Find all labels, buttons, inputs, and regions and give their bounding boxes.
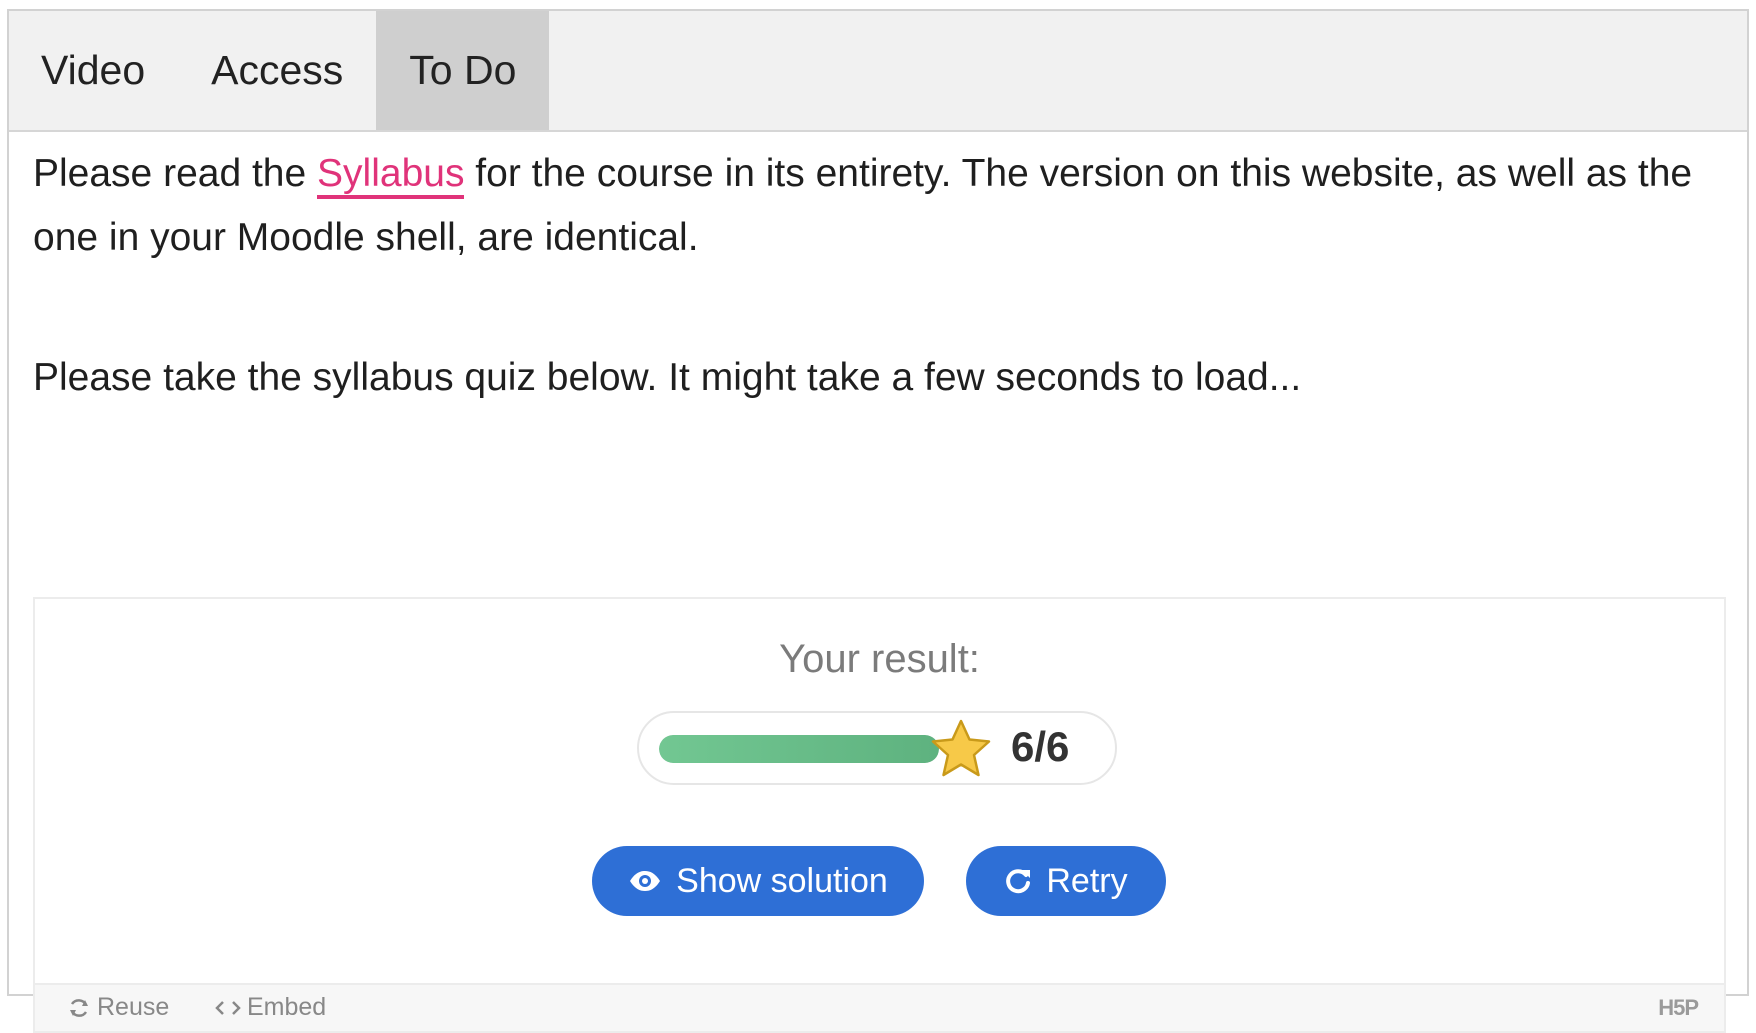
- tab-panel-frame: Video Access To Do Please read the Sylla…: [7, 9, 1749, 1033]
- tab-access[interactable]: Access: [178, 11, 376, 130]
- show-solution-button[interactable]: Show solution: [592, 846, 924, 916]
- score-progress-fill: [659, 735, 939, 763]
- tab-video[interactable]: Video: [9, 11, 178, 130]
- tab-bar: Video Access To Do: [9, 11, 1747, 132]
- h5p-footer: Reuse Embed H5P: [35, 983, 1724, 1031]
- retry-icon: [1006, 869, 1031, 894]
- retry-button[interactable]: Retry: [966, 846, 1166, 916]
- quiz-instruction: Please take the syllabus quiz below. It …: [33, 356, 1302, 399]
- retry-label: Retry: [1046, 861, 1128, 900]
- embed-button[interactable]: Embed: [215, 993, 326, 1022]
- tab-to-do[interactable]: To Do: [376, 11, 550, 130]
- h5p-logo[interactable]: H5P: [1658, 995, 1699, 1021]
- embed-icon: [215, 1000, 241, 1015]
- result-title: Your result:: [779, 637, 980, 681]
- h5p-quiz-container: Your result: 6/6 Show solution Retry Reu…: [33, 597, 1726, 1033]
- reuse-label: Reuse: [97, 993, 170, 1021]
- syllabus-link[interactable]: Syllabus: [317, 152, 465, 199]
- score-bar: 6/6: [637, 711, 1117, 785]
- reuse-icon: [70, 998, 88, 1017]
- embed-label: Embed: [247, 993, 327, 1021]
- eye-icon: [630, 871, 661, 891]
- syllabus-instruction: Please read the Syllabus for the course …: [33, 142, 1723, 270]
- reuse-button[interactable]: Reuse: [67, 993, 169, 1022]
- score-text: 6/6: [1011, 723, 1070, 770]
- show-solution-label: Show solution: [676, 861, 888, 900]
- score-progress-track: [659, 735, 939, 763]
- star-icon: [931, 719, 991, 777]
- instruction-text-before: Please read the: [33, 152, 318, 195]
